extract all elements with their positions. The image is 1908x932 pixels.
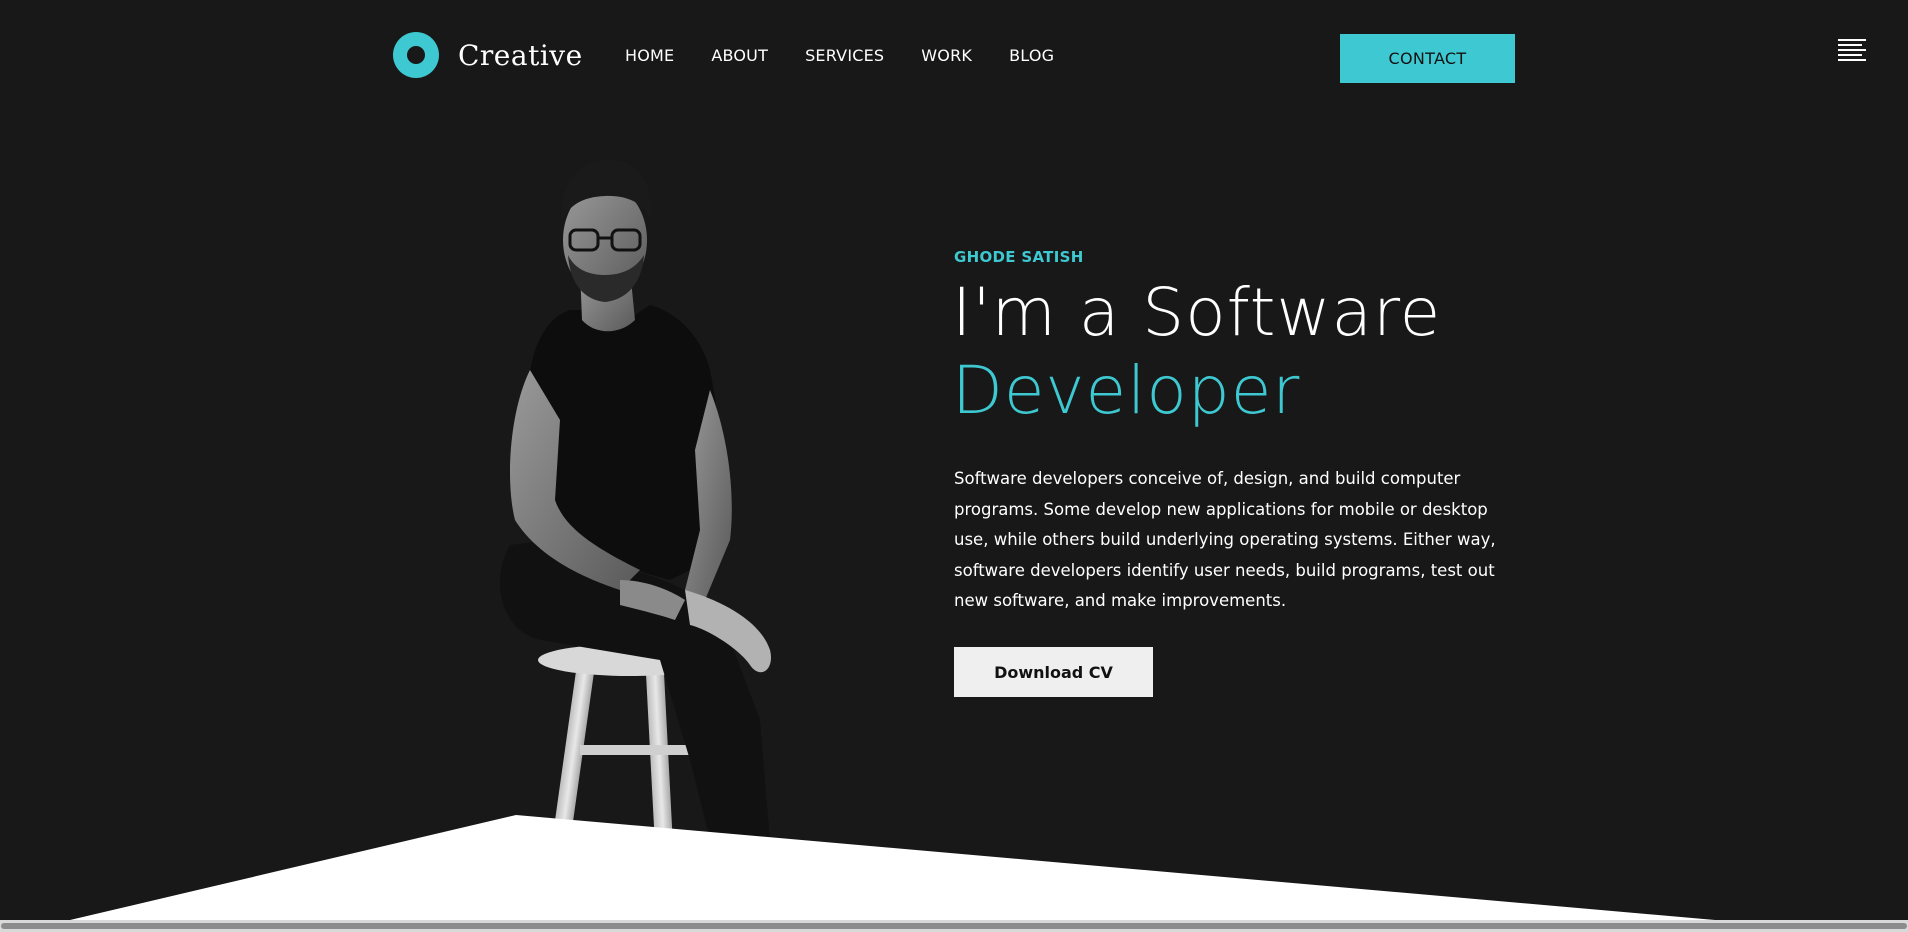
hero-headline-lead: I'm a Software <box>952 274 1442 351</box>
logo-ring-icon <box>393 32 439 78</box>
hero-headline-accent: Developer <box>952 352 1301 429</box>
portrait-image <box>500 160 771 840</box>
main-nav: HOME ABOUT SERVICES WORK BLOG <box>625 46 1091 65</box>
nav-item-home[interactable]: HOME <box>625 46 674 65</box>
nav-item-blog[interactable]: BLOG <box>1009 46 1054 65</box>
scrollbar-thumb[interactable] <box>1 923 1907 929</box>
nav-item-services[interactable]: SERVICES <box>805 46 884 65</box>
nav-item-about[interactable]: ABOUT <box>711 46 768 65</box>
logo-link[interactable]: Creative <box>393 32 583 78</box>
hero-description: Software developers conceive of, design,… <box>954 469 1496 610</box>
download-cv-button[interactable]: Download CV <box>954 647 1153 697</box>
hero-headline: I'm a Software Developer <box>952 274 1441 430</box>
page: Creative HOME ABOUT SERVICES WORK BLOG C… <box>0 0 1908 932</box>
horizontal-scrollbar[interactable] <box>0 920 1908 932</box>
hero-eyebrow-name: GHODE SATISH <box>954 248 1084 266</box>
logo-text: Creative <box>458 38 583 72</box>
contact-button[interactable]: CONTACT <box>1340 34 1515 83</box>
hamburger-menu-icon[interactable] <box>1838 39 1868 63</box>
nav-item-work[interactable]: WORK <box>921 46 972 65</box>
